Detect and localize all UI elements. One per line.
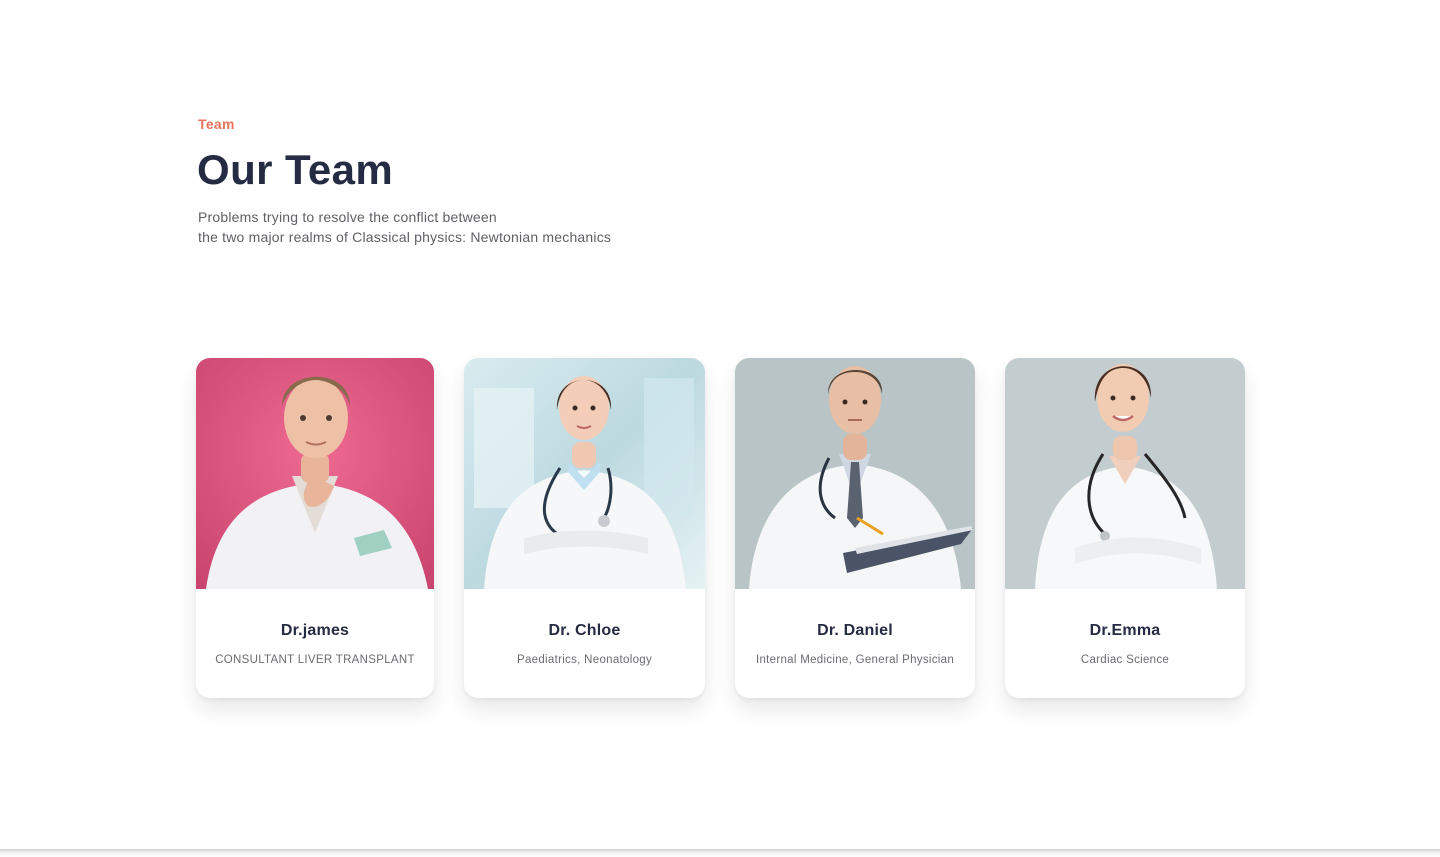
doctor-photo <box>1005 358 1245 589</box>
section-title: Our Team <box>197 146 394 193</box>
doctor-photo <box>464 358 705 589</box>
team-card-chloe[interactable]: Dr. Chloe Paediatrics, Neonatology <box>464 358 705 698</box>
doctor-name: Dr. Chloe <box>548 622 621 639</box>
doctor-photo <box>735 358 975 589</box>
section-description-line-1: Problems trying to resolve the conflict … <box>198 209 497 225</box>
doctor-specialty: Cardiac Science <box>1080 654 1170 666</box>
doctor-name: Dr.Emma <box>1089 622 1161 639</box>
doctor-photo <box>196 358 434 589</box>
doctor-name: Dr. Daniel <box>817 622 893 639</box>
section-eyebrow: Team <box>198 116 235 132</box>
team-section: Team Our Team Problems trying to resolve… <box>0 0 1440 849</box>
doctor-specialty: CONSULTANT LIVER TRANSPLANT <box>215 654 415 666</box>
section-description: Problems trying to resolve the conflict … <box>198 207 611 247</box>
doctor-name: Dr.james <box>280 622 350 639</box>
section-description-line-2: the two major realms of Classical physic… <box>198 229 612 245</box>
doctor-specialty: Internal Medicine, General Physician <box>755 654 955 666</box>
section-bottom-divider <box>0 849 1440 857</box>
team-card-emma[interactable]: Dr.Emma Cardiac Science <box>1005 358 1245 698</box>
team-card-daniel[interactable]: Dr. Daniel Internal Medicine, General Ph… <box>735 358 975 698</box>
team-card-james[interactable]: Dr.james CONSULTANT LIVER TRANSPLANT <box>196 358 434 698</box>
doctor-specialty: Paediatrics, Neonatology <box>516 654 653 666</box>
